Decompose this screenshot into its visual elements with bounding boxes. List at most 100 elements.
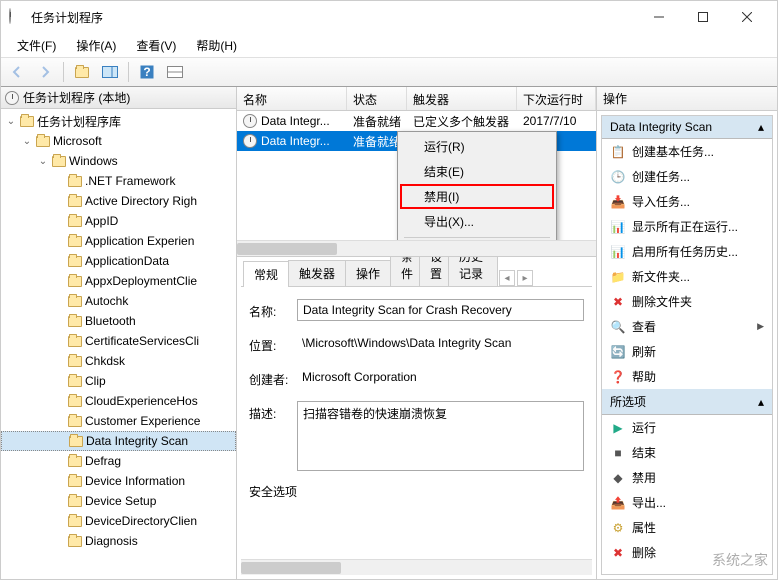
task-icon [243,134,257,148]
action-item[interactable]: 📥导入任务... [602,189,772,214]
action-icon: 🔄 [610,344,626,360]
menu-view[interactable]: 查看(V) [126,35,186,56]
action-item[interactable]: ⚙属性 [602,515,772,540]
tree-item[interactable]: Clip [1,371,236,391]
collapse-icon[interactable]: ▴ [758,395,764,409]
col-trigger[interactable]: 触发器 [407,87,517,110]
tree-item[interactable]: AppID [1,211,236,231]
tree-item[interactable]: CloudExperienceHos [1,391,236,411]
tab-general[interactable]: 常规 [243,261,289,287]
tree-item[interactable]: Device Information [1,471,236,491]
ctx-export[interactable]: 导出(X)... [400,209,554,234]
action-icon: 📤 [610,495,626,511]
action-icon: ❓ [610,369,626,385]
expand-icon[interactable]: ⌄ [21,136,33,147]
actions-pane: 操作 Data Integrity Scan ▴ 📋创建基本任务...🕒创建任务… [597,87,777,579]
menu-help[interactable]: 帮助(H) [186,35,247,56]
tab-scroll-right[interactable]: ▸ [517,270,533,286]
tree-item[interactable]: AppxDeploymentClie [1,271,236,291]
list-body[interactable]: Data Integr... 准备就绪 已定义多个触发器 2017/7/10 D… [237,111,596,240]
expand-icon[interactable]: ⌄ [37,156,49,167]
tree-item[interactable]: Application Experien [1,231,236,251]
name-field[interactable]: Data Integrity Scan for Crash Recovery [297,299,584,321]
action-group-title-2[interactable]: 所选项 ▴ [602,389,772,415]
expand-icon[interactable]: ⌄ [5,116,17,127]
close-button[interactable] [725,2,769,32]
menu-file[interactable]: 文件(F) [7,35,66,56]
maximize-button[interactable] [681,2,725,32]
tree-root-label: 任务计划程序 (本地) [23,89,130,106]
action-pane-button[interactable] [98,60,122,84]
action-item[interactable]: 📊启用所有任务历史... [602,239,772,264]
col-name[interactable]: 名称 [237,87,347,110]
tree-body[interactable]: ⌄ 任务计划程序库 ⌄ Microsoft ⌄ Windows .NET Fra… [1,109,236,579]
security-label: 安全选项 [249,483,584,500]
minimize-button[interactable] [637,2,681,32]
action-group-title[interactable]: Data Integrity Scan ▴ [602,116,772,139]
action-item[interactable]: 🕒创建任务... [602,164,772,189]
tree-microsoft[interactable]: ⌄ Microsoft [1,131,236,151]
horizontal-scrollbar[interactable] [237,241,580,256]
tree-item[interactable]: .NET Framework [1,171,236,191]
tree-item[interactable]: Autochk [1,291,236,311]
detail-tabs: 常规 触发器 操作 条件 设置 历史记录 ◂ ▸ [241,261,592,287]
ctx-run[interactable]: 运行(R) [400,134,554,159]
action-icon: 📋 [610,144,626,160]
action-icon: ✖ [610,545,626,561]
action-item[interactable]: ◆禁用 [602,465,772,490]
col-status[interactable]: 状态 [347,87,407,110]
tree-item[interactable]: CertificateServicesCli [1,331,236,351]
action-item[interactable]: 📁新文件夹... [602,264,772,289]
desc-field[interactable]: 扫描容错卷的快速崩溃恢复 [297,401,584,471]
action-item[interactable]: ▶运行 [602,415,772,440]
action-item[interactable]: ■结束 [602,440,772,465]
tab-triggers[interactable]: 触发器 [288,260,346,286]
folder-up-button[interactable] [70,60,94,84]
action-icon: ⚙ [610,520,626,536]
tab-actions[interactable]: 操作 [345,260,391,286]
tab-settings[interactable]: 设置 [419,257,449,286]
action-item[interactable]: ❓帮助 [602,364,772,389]
action-item[interactable]: ✖删除文件夹 [602,289,772,314]
help-button[interactable]: ? [135,60,159,84]
action-item[interactable]: ✖删除 [602,540,772,565]
list-header: 名称 状态 触发器 下次运行时 [237,87,596,111]
ctx-disable[interactable]: 禁用(I) [400,184,554,209]
tree-library[interactable]: ⌄ 任务计划程序库 [1,111,236,131]
forward-button[interactable] [33,60,57,84]
preview-button[interactable] [163,60,187,84]
context-menu: 运行(R) 结束(E) 禁用(I) 导出(X)... 属性(P) 删除(D) [397,131,557,240]
tree-item[interactable]: ApplicationData [1,251,236,271]
ctx-end[interactable]: 结束(E) [400,159,554,184]
detail-pane: 常规 触发器 操作 条件 设置 历史记录 ◂ ▸ 名称: Data Integr… [237,257,596,579]
task-list: 名称 状态 触发器 下次运行时 Data Integr... 准备就绪 已定义多… [237,87,596,257]
action-icon: ✖ [610,294,626,310]
tab-conditions[interactable]: 条件 [390,257,420,286]
tab-history[interactable]: 历史记录 [448,257,498,286]
action-icon: 📥 [610,194,626,210]
collapse-icon[interactable]: ▴ [758,120,764,134]
task-row[interactable]: Data Integr... 准备就绪 已定义多个触发器 2017/7/10 [237,111,596,131]
tree-item[interactable]: Customer Experience [1,411,236,431]
action-item[interactable]: 🔍查看▶ [602,314,772,339]
action-item[interactable]: 📋创建基本任务... [602,139,772,164]
tree-pane: 任务计划程序 (本地) ⌄ 任务计划程序库 ⌄ Microsoft ⌄ Wind… [1,87,237,579]
tree-item[interactable]: Diagnosis [1,531,236,551]
back-button[interactable] [5,60,29,84]
action-item[interactable]: 📤导出... [602,490,772,515]
tree-item[interactable]: Device Setup [1,491,236,511]
tree-item[interactable]: Chkdsk [1,351,236,371]
tree-item[interactable]: Bluetooth [1,311,236,331]
tree-windows[interactable]: ⌄ Windows [1,151,236,171]
tree-item[interactable]: Data Integrity Scan [1,431,236,451]
tab-scroll-left[interactable]: ◂ [499,270,515,286]
col-next[interactable]: 下次运行时 [517,87,596,110]
tree-item[interactable]: Defrag [1,451,236,471]
action-item[interactable]: 🔄刷新 [602,339,772,364]
ctx-separator [404,237,550,238]
tree-item[interactable]: DeviceDirectoryClien [1,511,236,531]
menu-action[interactable]: 操作(A) [66,35,126,56]
horizontal-scrollbar[interactable] [241,560,576,575]
tree-item[interactable]: Active Directory Righ [1,191,236,211]
action-item[interactable]: 📊显示所有正在运行... [602,214,772,239]
